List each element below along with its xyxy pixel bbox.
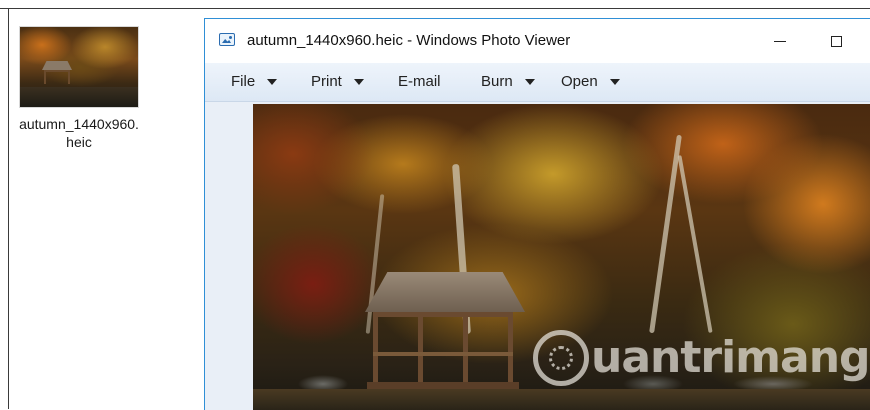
menu-print-label: Print <box>311 73 342 90</box>
watermark-text: uantrimang <box>591 332 870 383</box>
gazebo-roof <box>365 272 525 312</box>
chevron-down-icon <box>609 78 620 85</box>
displayed-photo[interactable]: uantrimang <box>253 104 870 410</box>
watermark: uantrimang <box>533 330 870 386</box>
maximize-icon <box>830 35 842 47</box>
menu-open[interactable]: Open <box>561 73 620 90</box>
chevron-down-icon <box>267 78 278 85</box>
frame-top-border <box>0 8 870 9</box>
menu-bar: File Print E-mail Burn Open <box>205 63 870 102</box>
minimize-button[interactable] <box>766 29 794 53</box>
tree-trunk <box>649 134 682 334</box>
file-thumbnail <box>19 26 139 108</box>
chevron-down-icon <box>524 78 535 85</box>
menu-email-label: E-mail <box>398 73 441 90</box>
thumbnail-gazebo-roof <box>42 61 72 70</box>
thumbnail-gazebo <box>44 70 70 84</box>
menu-email[interactable]: E-mail <box>398 73 441 90</box>
menu-burn-label: Burn <box>481 73 513 90</box>
menu-file-label: File <box>231 73 256 90</box>
maximize-button[interactable] <box>822 29 850 53</box>
frame-left-border <box>8 8 9 409</box>
photo-viewer-app-icon <box>219 33 235 46</box>
menu-burn[interactable]: Burn <box>481 73 535 90</box>
gazebo-frame <box>373 312 513 382</box>
chevron-down-icon <box>353 78 364 85</box>
minimize-icon <box>774 40 786 42</box>
photo-viewer-window: autumn_1440x960.heic - Windows Photo Vie… <box>204 18 870 410</box>
image-viewer-area[interactable]: uantrimang <box>205 102 870 410</box>
thumbnail-water <box>20 87 138 107</box>
menu-open-label: Open <box>561 73 598 90</box>
file-name-label: autumn_1440x960.heic <box>19 116 139 150</box>
pond-water <box>253 389 870 410</box>
tree-trunk <box>677 155 713 333</box>
window-title: autumn_1440x960.heic - Windows Photo Vie… <box>247 32 571 49</box>
menu-file[interactable]: File <box>231 73 278 90</box>
title-bar[interactable]: autumn_1440x960.heic - Windows Photo Vie… <box>205 19 870 63</box>
gazebo-railing <box>373 352 513 356</box>
menu-print[interactable]: Print <box>311 73 364 90</box>
watermark-logo-icon <box>533 330 589 386</box>
desktop-file-icon[interactable]: autumn_1440x960.heic <box>16 26 142 151</box>
